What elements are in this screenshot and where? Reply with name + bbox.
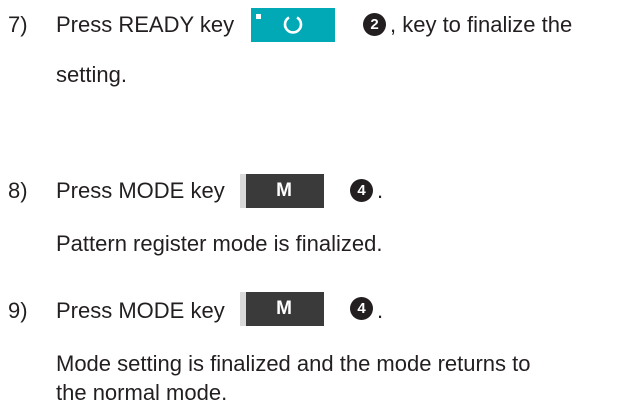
step-9-number: 9) — [8, 298, 28, 323]
reference-badge-4: 4 — [350, 297, 373, 320]
ready-indicator-icon — [256, 14, 261, 19]
step-7-number: 7) — [8, 12, 28, 37]
step-7-continuation: setting. — [56, 62, 127, 87]
step-7-text: Press READY key — [56, 12, 235, 37]
ready-key — [251, 8, 335, 42]
step-8-number: 8) — [8, 178, 28, 203]
step-8-continuation: Pattern register mode is finalized. — [56, 231, 383, 256]
mode-key: M — [240, 292, 324, 326]
step-9-continuation-1: Mode setting is finalized and the mode r… — [56, 351, 531, 376]
reference-badge-4: 4 — [350, 179, 373, 202]
step-9-text: Press MODE key — [56, 298, 225, 323]
step-8-text-after: . — [377, 178, 384, 203]
mode-key: M — [240, 174, 324, 208]
reference-badge-2: 2 — [363, 13, 386, 36]
mode-key-label: M — [276, 180, 292, 201]
step-7-text-after: , key to finalize the — [390, 12, 573, 37]
ready-circle-icon — [283, 16, 303, 34]
mode-key-label: M — [276, 298, 292, 319]
step-9-text-after: . — [377, 298, 384, 323]
step-9-continuation-2: the normal mode. — [56, 380, 228, 405]
step-8-text: Press MODE key — [56, 178, 225, 203]
